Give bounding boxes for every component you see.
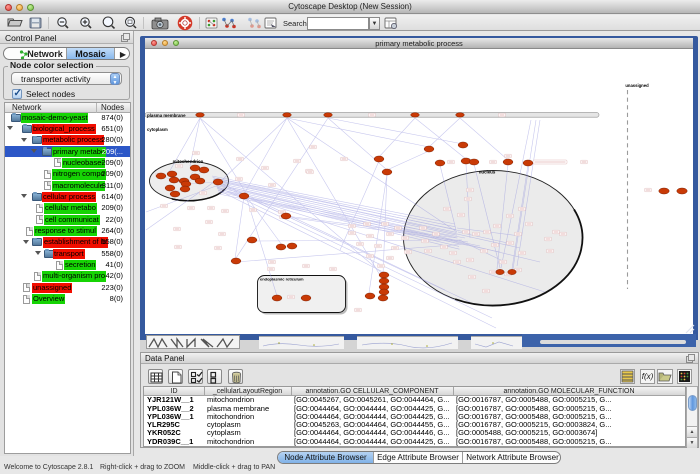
svg-text:endoplasmic reticulum: endoplasmic reticulum — [260, 277, 304, 282]
svg-text:unassigned: unassigned — [625, 83, 649, 88]
svg-text:mitochondrion: mitochondrion — [173, 159, 204, 164]
svg-text:nucleus: nucleus — [479, 170, 496, 175]
svg-text:cytoplasm: cytoplasm — [147, 127, 168, 132]
svg-text:plasma membrane: plasma membrane — [147, 113, 186, 118]
